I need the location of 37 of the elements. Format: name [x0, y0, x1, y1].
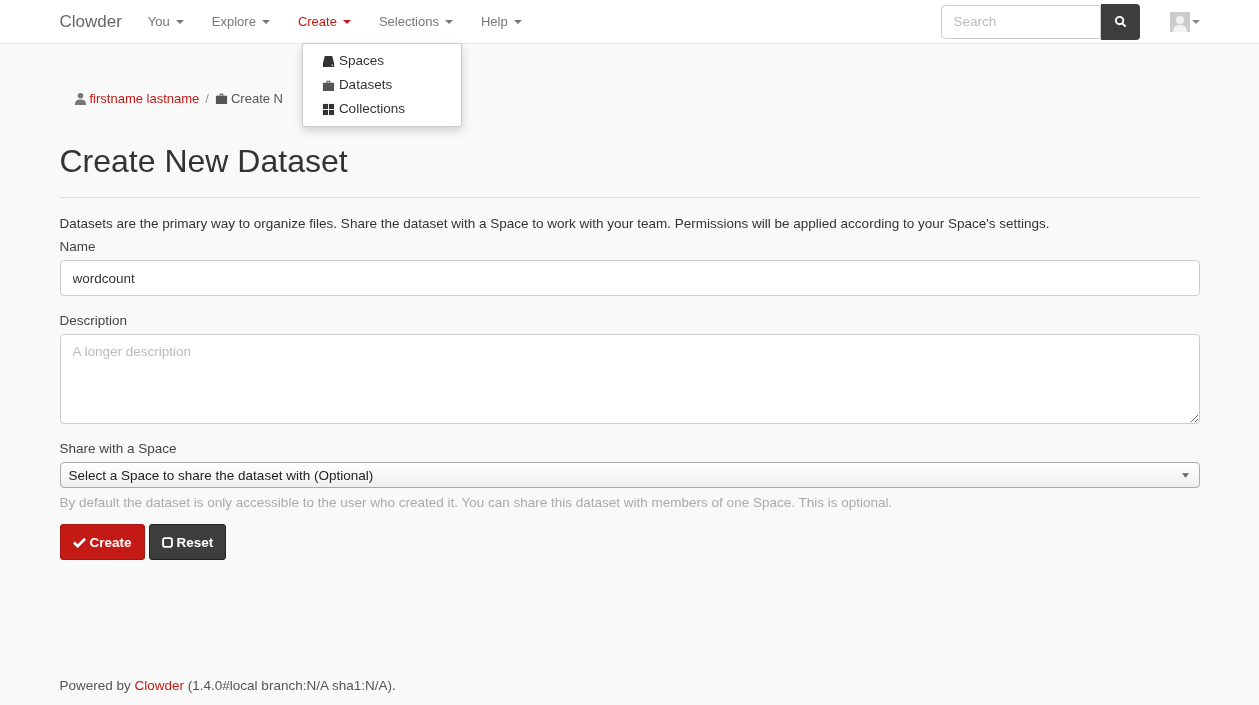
- field-label: Description: [59, 313, 129, 328]
- drive-icon: [321, 54, 335, 68]
- nav-menu-link[interactable]: Help: [480, 14, 522, 29]
- avatar-icon: [1169, 11, 1190, 32]
- create-button[interactable]: Create: [59, 524, 145, 560]
- search-button[interactable]: [1100, 3, 1140, 40]
- menu-item[interactable]: Spaces: [302, 49, 461, 73]
- briefcase-icon: [321, 78, 335, 92]
- breadcrumb-separator: /: [205, 90, 209, 106]
- menu-item[interactable]: Collections: [302, 97, 461, 121]
- intro-text: Datasets are the primary way to organize files. Share the dataset with a Space to work with your team. Permissions will be applied according to your Space's settings.: [59, 216, 1051, 231]
- help-text: By default the dataset is only accessible to the user who created it. You can share this dataset with members of one Space. This is optional.: [59, 495, 894, 510]
- description-field[interactable]: A longer description: [59, 334, 1200, 424]
- search-field[interactable]: Search: [940, 4, 1101, 39]
- field-label: Share with a Space: [59, 441, 178, 456]
- space-select[interactable]: Select a Space to share the dataset with (Optional): [59, 462, 1200, 488]
- clowder-link[interactable]: Clowder: [134, 678, 185, 693]
- name-input-field[interactable]: wordcount: [59, 260, 1200, 296]
- brand-link[interactable]: Clowder: [59, 11, 122, 32]
- square-icon: [161, 536, 173, 548]
- nav-menu-link[interactable]: Selections: [378, 14, 453, 29]
- page-title: Create New Dataset: [59, 143, 349, 180]
- breadcrumb-link[interactable]: firstname lastname: [89, 90, 200, 106]
- nav-menu-link[interactable]: Create: [297, 14, 351, 29]
- user-icon: [73, 91, 87, 105]
- check-icon: [72, 536, 86, 548]
- reset-button[interactable]: Reset: [148, 524, 227, 560]
- briefcase-icon: [214, 91, 228, 105]
- dropdown-arrow-icon: [1181, 472, 1189, 478]
- search-icon: [1113, 15, 1127, 28]
- nav-menu-link[interactable]: Explore: [211, 14, 270, 29]
- nav-menu-link[interactable]: You: [147, 14, 184, 29]
- menu-item[interactable]: Datasets: [302, 73, 461, 97]
- grid-icon: [321, 102, 335, 116]
- field-label: Name: [59, 239, 97, 254]
- breadcrumb-current: Create N: [230, 90, 283, 106]
- footer-text: Powered by Clowder (1.4.0#local branch:N/A sha1:N/A).: [59, 678, 397, 693]
